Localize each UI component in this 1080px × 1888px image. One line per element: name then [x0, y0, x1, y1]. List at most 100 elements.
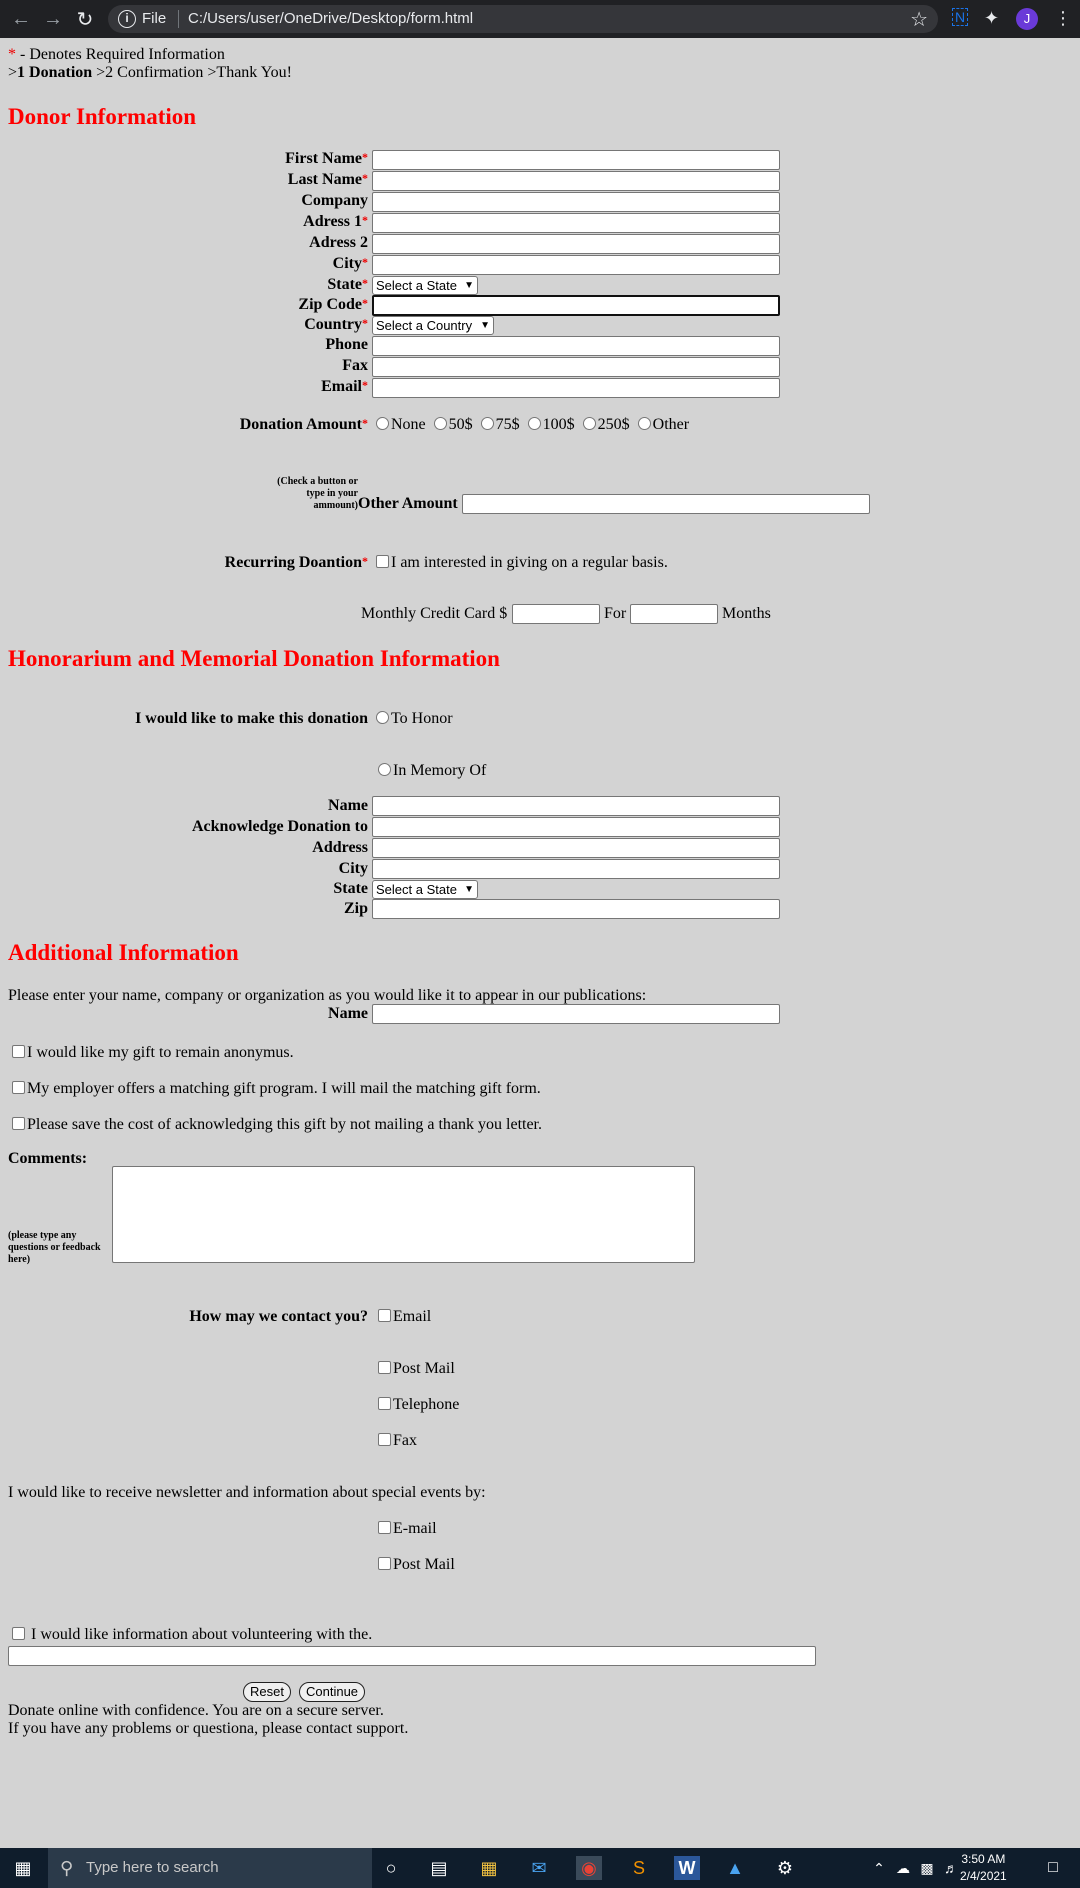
search-placeholder: Type here to search: [86, 1859, 219, 1876]
recurring-checkbox[interactable]: I am interested in giving on a regular b…: [376, 554, 668, 572]
file-explorer-icon[interactable]: ▦: [476, 1856, 502, 1880]
continue-button[interactable]: Continue: [299, 1682, 366, 1702]
photos-icon[interactable]: ▲: [722, 1856, 748, 1880]
honor-name-input[interactable]: [372, 796, 780, 816]
additional-section-title: Additional Information: [8, 940, 239, 965]
honor-city-label: City: [338, 860, 368, 877]
amount-option[interactable]: 50$: [433, 416, 473, 433]
taskbar-clock[interactable]: 3:50 AM 2/4/2021: [960, 1851, 1007, 1885]
recurring-label: Recurring Doantion*: [224, 554, 368, 571]
cortana-icon[interactable]: ○: [378, 1856, 404, 1880]
fax-input[interactable]: [372, 357, 780, 377]
notification-icon[interactable]: □: [1040, 1856, 1066, 1880]
honor-state-select[interactable]: Select a State ▼: [372, 880, 478, 899]
clock-time: 3:50 AM: [961, 1852, 1006, 1866]
other-amount-label: Other Amount: [358, 495, 458, 512]
volunteer-input[interactable]: [8, 1646, 816, 1666]
address-bar[interactable]: i File C:/Users/user/OneDrive/Desktop/fo…: [108, 5, 938, 33]
donation-amount-label: Donation Amount*: [239, 416, 368, 433]
comments-textarea[interactable]: [112, 1166, 695, 1263]
windows-taskbar: ▦ ⚲ Type here to search ○ ▤ ▦ ✉ ◉ S W ▲ …: [0, 1848, 1080, 1888]
country-select[interactable]: Select a Country ▼: [372, 316, 494, 335]
contact-email-checkbox[interactable]: Email: [378, 1308, 431, 1326]
bookmark-star-icon[interactable]: ☆: [910, 7, 928, 32]
honor-address-input[interactable]: [372, 838, 780, 858]
contact-fax-checkbox[interactable]: Fax: [378, 1432, 417, 1450]
puzzle-icon[interactable]: ✦: [984, 8, 999, 29]
make-donation-label: I would like to make this donation: [135, 710, 368, 727]
task-view-icon[interactable]: ▤: [426, 1856, 452, 1880]
contact-postmail-checkbox[interactable]: Post Mail: [378, 1360, 455, 1378]
support-text: If you have any problems or questiona, p…: [8, 1720, 409, 1737]
to-honor-radio[interactable]: To Honor: [376, 710, 453, 728]
last-name-input[interactable]: [372, 171, 780, 191]
publication-name-input[interactable]: [372, 1004, 780, 1024]
honor-name-label: Name: [328, 797, 368, 814]
amount-option[interactable]: 100$: [527, 416, 575, 433]
mail-icon[interactable]: ✉: [526, 1856, 552, 1880]
city-input[interactable]: [372, 255, 780, 275]
forward-arrow-icon[interactable]: →: [40, 6, 66, 32]
volunteer-checkbox[interactable]: I would like information about volunteer…: [12, 1626, 372, 1644]
amount-option[interactable]: 250$: [582, 416, 630, 433]
info-icon[interactable]: i: [118, 10, 136, 28]
reload-icon[interactable]: ↻: [72, 6, 98, 32]
phone-input[interactable]: [372, 336, 780, 356]
address1-label: Adress 1*: [303, 213, 368, 230]
chevron-down-icon: ▼: [464, 280, 474, 291]
required-note: * - Denotes Required Information: [8, 46, 225, 64]
for-label: For: [604, 605, 627, 622]
honor-city-input[interactable]: [372, 859, 780, 879]
monthly-label: Monthly Credit Card $: [361, 605, 508, 622]
email-label: Email*: [321, 378, 368, 395]
taskbar-search[interactable]: ⚲ Type here to search: [48, 1848, 372, 1888]
windows-start-icon[interactable]: ▦: [10, 1856, 36, 1880]
extension-icon[interactable]: N: [952, 8, 969, 26]
reset-button[interactable]: Reset: [243, 1682, 291, 1702]
chevron-down-icon: ▼: [480, 320, 490, 331]
other-amount-input[interactable]: [462, 494, 870, 514]
acknowledge-input[interactable]: [372, 817, 780, 837]
address2-input[interactable]: [372, 234, 780, 254]
matching-checkbox[interactable]: My employer offers a matching gift progr…: [12, 1080, 541, 1098]
honor-state-label: State: [333, 880, 368, 897]
amount-option[interactable]: 75$: [480, 416, 520, 433]
first-name-input[interactable]: [372, 150, 780, 170]
comments-label: Comments:: [8, 1150, 88, 1167]
back-arrow-icon[interactable]: ←: [8, 6, 34, 32]
newsletter-postmail-checkbox[interactable]: Post Mail: [378, 1556, 455, 1574]
email-input[interactable]: [372, 378, 780, 398]
zip-input[interactable]: [372, 295, 780, 316]
word-icon[interactable]: W: [674, 1856, 700, 1880]
check-note: (Check a button or type in your ammount): [277, 476, 358, 511]
address1-input[interactable]: [372, 213, 780, 233]
chevron-up-icon[interactable]: ⌃: [866, 1856, 892, 1880]
monthly-amount-input[interactable]: [512, 604, 600, 624]
state-select[interactable]: Select a State ▼: [372, 276, 478, 295]
contact-telephone-checkbox[interactable]: Telephone: [378, 1396, 459, 1414]
chrome-icon[interactable]: ◉: [576, 1856, 602, 1880]
amount-option[interactable]: Other: [637, 416, 689, 433]
donor-section-title: Donor Information: [8, 104, 197, 129]
publication-name-label: Name: [328, 1005, 368, 1022]
comments-note: (please type any questions or feedback h…: [8, 1230, 101, 1265]
honor-zip-input[interactable]: [372, 899, 780, 919]
company-input[interactable]: [372, 192, 780, 212]
months-input[interactable]: [630, 604, 718, 624]
newsletter-email-checkbox[interactable]: E-mail: [378, 1520, 437, 1538]
settings-gear-icon[interactable]: ⚙: [772, 1856, 798, 1880]
avatar[interactable]: J: [1016, 8, 1038, 30]
acknowledge-label: Acknowledge Donation to: [191, 818, 368, 835]
required-star: *: [8, 46, 16, 63]
browser-toolbar: ← → ↻ i File C:/Users/user/OneDrive/Desk…: [0, 0, 1080, 38]
in-memory-radio[interactable]: In Memory Of: [378, 762, 486, 780]
network-icon[interactable]: ▩: [914, 1856, 940, 1880]
cloud-icon[interactable]: ☁: [890, 1856, 916, 1880]
sublime-icon[interactable]: S: [626, 1856, 652, 1880]
no-letter-checkbox[interactable]: Please save the cost of acknowledging th…: [12, 1116, 542, 1134]
anonymous-checkbox[interactable]: I would like my gift to remain anonymus.: [12, 1044, 294, 1062]
first-name-label: First Name*: [285, 150, 368, 167]
url-text[interactable]: C:/Users/user/OneDrive/Desktop/form.html: [188, 10, 473, 27]
menu-icon[interactable]: ⋮: [1054, 8, 1072, 29]
amount-option[interactable]: None: [376, 416, 426, 433]
